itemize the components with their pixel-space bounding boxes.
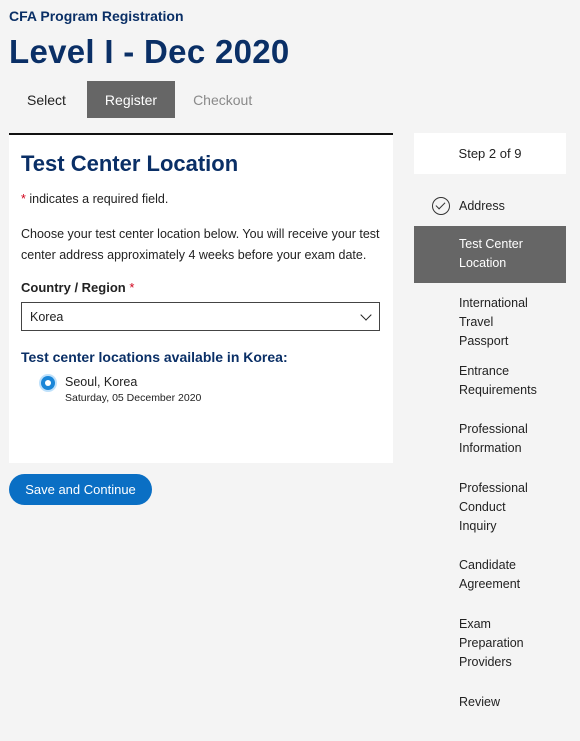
step-indicator: Step 2 of 9 [414, 133, 566, 174]
required-note-text: indicates a required field. [25, 192, 169, 206]
location-date: Saturday, 05 December 2020 [65, 392, 202, 404]
required-note: * indicates a required field. [21, 192, 381, 206]
page-title: Level I - Dec 2020 [9, 33, 290, 70]
tab-select[interactable]: Select [9, 81, 84, 118]
sidebar-item-candidate-agreement: Candidate Agreement [459, 558, 521, 591]
sidebar-item-test-center-location[interactable]: Test Center Location [414, 226, 566, 283]
program-subtitle: CFA Program Registration [9, 8, 184, 24]
country-label-text: Country / Region [21, 280, 126, 295]
available-locations-heading: Test center locations available in Korea… [21, 349, 288, 365]
country-select[interactable]: Korea [21, 302, 380, 331]
sidebar-item-address[interactable]: Address [414, 186, 566, 226]
save-and-continue-button[interactable]: Save and Continue [9, 474, 152, 505]
country-required-star: * [129, 280, 135, 295]
check-circle-icon [432, 197, 450, 215]
section-title: Test Center Location [21, 151, 239, 176]
sidebar-item-professional-information: Professional Information [459, 422, 528, 455]
chevron-down-icon [360, 308, 372, 321]
intro-text: Choose your test center location below. … [21, 227, 380, 262]
steps-sidebar: Address Test Center Location Internation… [414, 186, 566, 712]
sidebar-item-label: Address [459, 198, 505, 213]
location-name: Seoul, Korea [65, 375, 138, 389]
tab-register[interactable]: Register [86, 81, 176, 118]
sidebar-item-international-travel-passport: International Travel Passport [459, 296, 528, 348]
sidebar-item-exam-preparation-providers: Exam Preparation Providers [459, 617, 524, 669]
country-select-value: Korea [30, 309, 64, 324]
checkout-stepper: Select Register Checkout [9, 81, 270, 118]
tab-checkout: Checkout [193, 91, 253, 108]
sidebar-item-professional-conduct-inquiry: Professional Conduct Inquiry [459, 481, 528, 533]
location-option[interactable]: Seoul, Korea Saturday, 05 December 2020 [21, 375, 381, 404]
country-label: Country / Region * [21, 280, 381, 295]
test-center-card: Test Center Location * indicates a requi… [9, 133, 393, 463]
sidebar-item-entrance-requirements: Entrance Requirements [459, 364, 537, 397]
location-radio[interactable] [41, 376, 55, 390]
sidebar-item-review: Review [459, 695, 500, 709]
